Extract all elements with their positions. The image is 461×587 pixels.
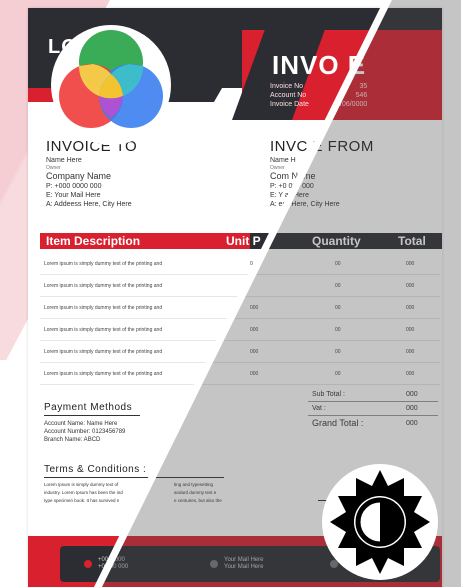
- terms-line: industry. Lorem Ipsum has been the ind: [44, 490, 123, 495]
- row-qty: 00: [335, 261, 341, 267]
- subtotal-label: Sub Total :: [312, 391, 345, 398]
- divider: [308, 415, 438, 416]
- invoice-from-block: Name H Owner Com Name P: +0 000 000 E: Y…: [270, 156, 340, 209]
- row-qty: 00: [335, 371, 341, 377]
- editor-canvas: LO E INVO E Invoice No Account No Invoic…: [0, 0, 461, 587]
- grand-total-value: 000: [406, 420, 418, 427]
- row-price: 000: [250, 327, 259, 333]
- table-row: Lorem ipsum is simply dummy text of the …: [40, 341, 440, 363]
- row-qty: 00: [335, 349, 341, 355]
- invoice-no-value: 35: [359, 83, 368, 90]
- row-desc: Lorem ipsum is simply dummy text of the …: [44, 349, 163, 355]
- phone-icon: [84, 560, 92, 568]
- account-name: Account Name: Name Here: [44, 421, 118, 427]
- client-name: Name Here: [46, 157, 82, 164]
- invoice-meta-values: 35 546 /06/0000: [340, 82, 367, 109]
- payment-block: Account Name: Name Here Account Number: …: [44, 420, 125, 444]
- row-desc: Lorem ipsum is simply dummy text of the …: [44, 283, 163, 289]
- terms-line: ting and typesetting: [174, 482, 214, 487]
- col-quantity: Quantity: [312, 234, 361, 248]
- invoice-no-label: Invoice No: [270, 83, 304, 90]
- grand-total-label: Grand Total :: [312, 418, 364, 428]
- row-desc: Lorem ipsum is simply dummy text of the …: [44, 371, 163, 377]
- account-number: Account Number: 0123456789: [44, 429, 126, 435]
- branch-name: Branch Name: ABCD: [44, 437, 101, 443]
- mail-line: Your Mail Here: [224, 557, 264, 563]
- terms-heading: Terms & Conditions :: [44, 464, 147, 475]
- table-row: Lorem ipsum is simply dummy text of the …: [40, 275, 440, 297]
- row-price: 000: [250, 371, 259, 377]
- client-address: A: Addeess Here, City Here: [46, 201, 132, 208]
- row-total: 000: [406, 349, 415, 355]
- row-total: 000: [406, 283, 415, 289]
- invoice-meta-labels: Invoice No Account No Invoice Date: [270, 82, 309, 109]
- client-phone: P: +000 0000 000: [46, 183, 102, 190]
- invoice-to-block: Name Here Owner Company Name P: +000 000…: [46, 156, 132, 209]
- contrast-icon[interactable]: [320, 462, 440, 582]
- terms-line: e centuries, but also the: [174, 498, 222, 503]
- client-email: E: Your Mail Here: [46, 192, 101, 199]
- mail-icon: [210, 560, 218, 568]
- terms-text: Lorem Ipsum is simply dummy text of indu…: [44, 481, 123, 505]
- row-total: 000: [406, 371, 415, 377]
- col-unit-price: Unit P: [226, 234, 261, 248]
- color-wheel-icon[interactable]: [46, 24, 176, 146]
- vat-label: Vat :: [312, 405, 326, 412]
- row-qty: 00: [335, 327, 341, 333]
- payment-heading: Payment Methods: [44, 402, 133, 413]
- divider: [44, 415, 140, 416]
- terms-line: type specimen book. It has survived n: [44, 498, 120, 503]
- sender-address: A: ess Here, City Here: [270, 201, 340, 208]
- divider: [308, 401, 438, 402]
- client-company: Company Name: [46, 171, 112, 181]
- invoice-date-value: /06/0000: [340, 101, 368, 108]
- col-total: Total: [398, 234, 426, 248]
- footer-phone: +00 0 000 +0 000 000: [98, 557, 128, 571]
- row-desc: Lorem ipsum is simply dummy text of the …: [44, 305, 163, 311]
- row-price: 0: [250, 261, 253, 267]
- divider: [44, 477, 224, 478]
- row-total: 000: [406, 327, 415, 333]
- sender-name: Name H: [270, 157, 296, 164]
- table-header: Item Description Unit P Quantity Total: [40, 233, 442, 249]
- row-price: 000: [250, 349, 259, 355]
- invoice-title: INVO E: [272, 50, 367, 80]
- account-no-label: Account No: [270, 92, 307, 99]
- terms-text-right: ting and typesetting andard dummy text e…: [174, 481, 222, 505]
- row-desc: Lorem ipsum is simply dummy text of the …: [44, 261, 163, 267]
- account-no-value: 546: [355, 92, 368, 99]
- table-row: Lorem ipsum is simply dummy text of the …: [40, 297, 440, 319]
- footer-mail: Your Mail Here Your Mail Here: [224, 557, 263, 571]
- table-row: Lorem ipsum is simply dummy text of the …: [40, 319, 440, 341]
- row-total: 000: [406, 305, 415, 311]
- invoice-from-heading: INVC E FROM: [270, 138, 374, 155]
- row-desc: Lorem ipsum is simply dummy text of the …: [44, 327, 163, 333]
- subtotal-value: 000: [406, 391, 418, 398]
- terms-line: andard dummy text e: [174, 490, 217, 495]
- phone-line: +0 000 000: [98, 564, 129, 570]
- sender-phone: P: +0 000 000: [270, 183, 314, 190]
- terms-line: Lorem Ipsum is simply dummy text of: [44, 482, 119, 487]
- phone-line: +00 0 000: [98, 557, 125, 563]
- row-qty: 00: [335, 305, 341, 311]
- invoice-date-label: Invoice Date: [270, 101, 309, 108]
- table-row: Lorem ipsum is simply dummy text of the …: [40, 363, 440, 385]
- sender-email: E: Y ail Here: [270, 192, 310, 199]
- sender-company: Com Name: [270, 171, 316, 181]
- mail-line: Your Mail Here: [224, 564, 264, 570]
- row-price: 000: [250, 305, 259, 311]
- vat-value: 000: [406, 405, 418, 412]
- col-item-description: Item Description: [46, 234, 141, 248]
- row-total: 000: [406, 261, 415, 267]
- table-row: Lorem ipsum is simply dummy text of the …: [40, 253, 440, 275]
- row-qty: 00: [335, 283, 341, 289]
